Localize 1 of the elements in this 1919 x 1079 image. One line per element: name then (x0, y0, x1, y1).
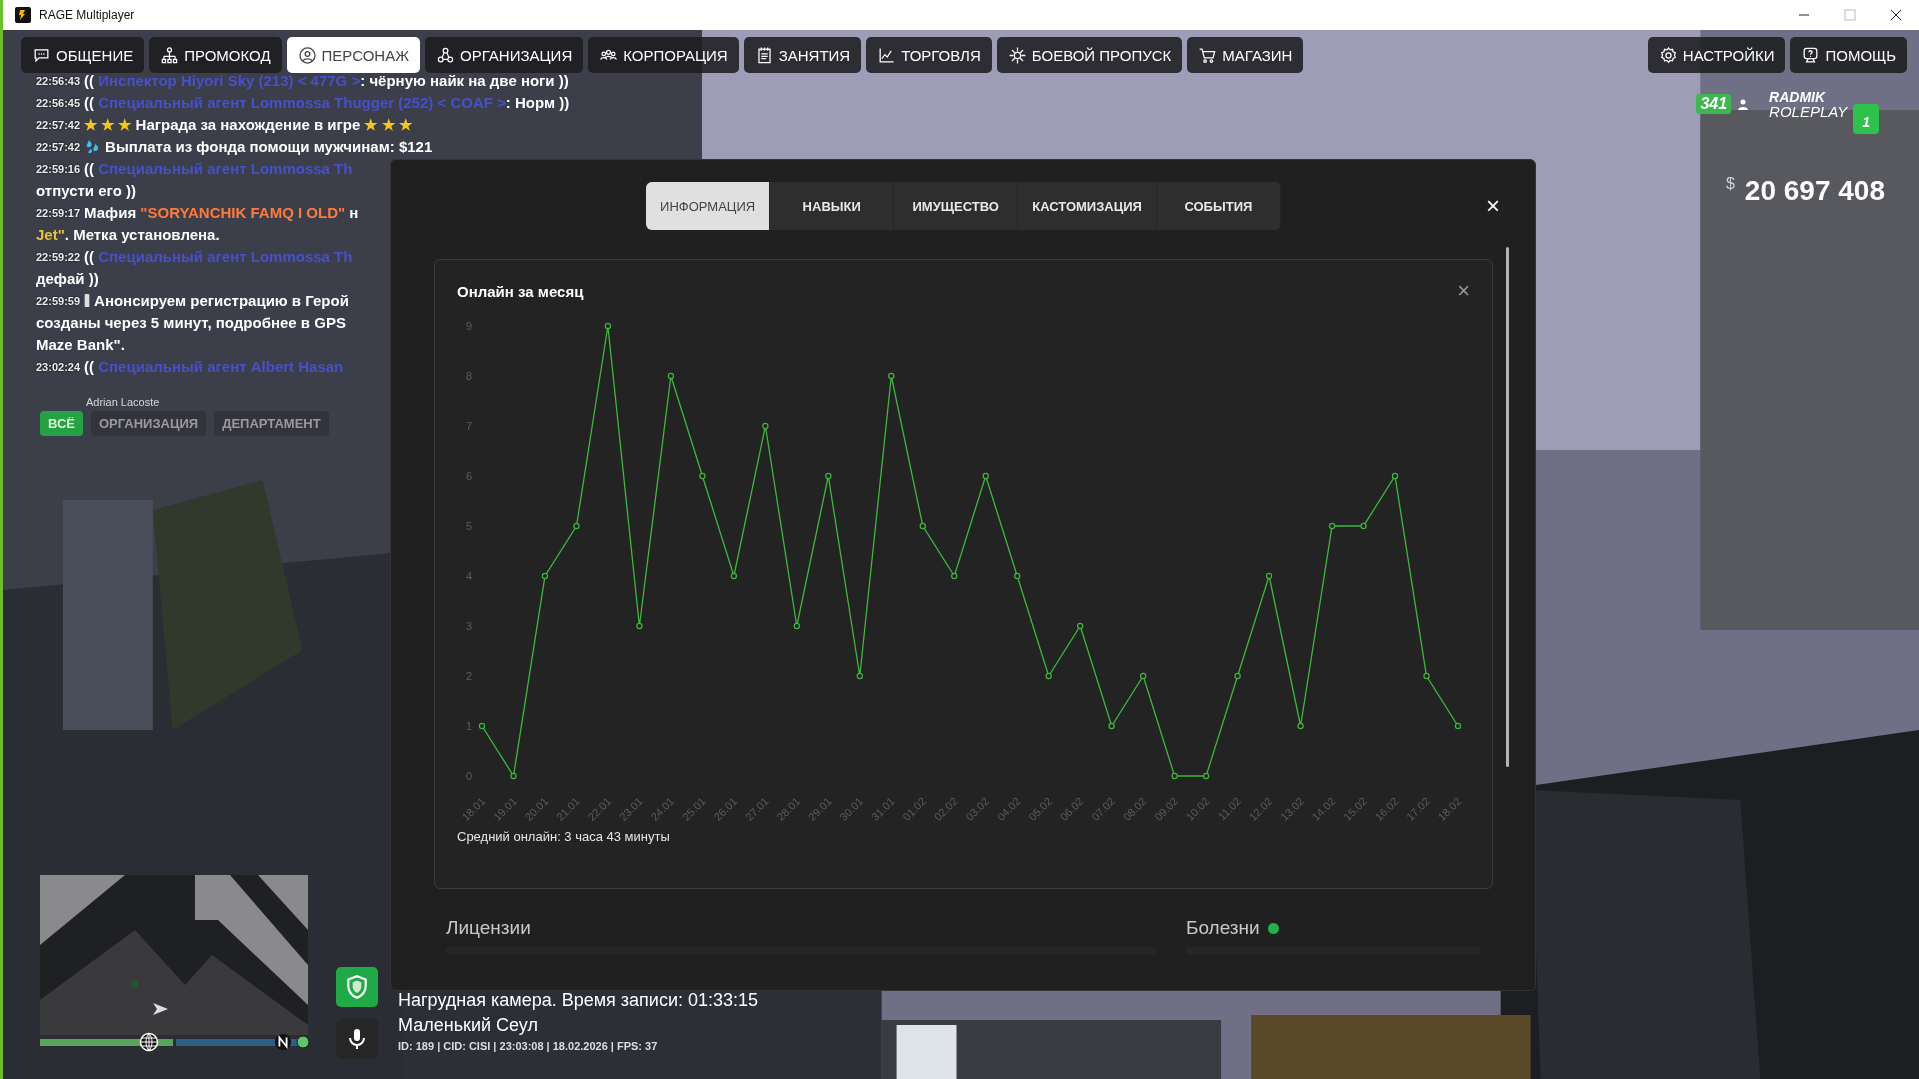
window-title: RAGE Multiplayer (39, 8, 136, 22)
